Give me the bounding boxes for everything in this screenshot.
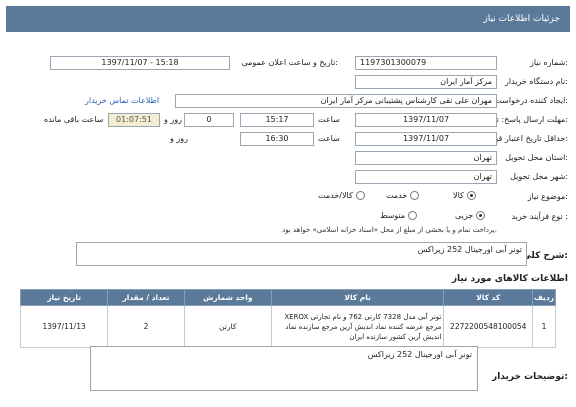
category-option-label: کالا/خدمت	[318, 191, 353, 200]
days-label: روز و	[170, 134, 188, 143]
reply-deadline-time[interactable]: 15:17	[240, 113, 314, 127]
reply-time-label: ساعت	[318, 115, 340, 124]
header-goods-code: کد کالا	[443, 289, 534, 306]
validity-time-label: ساعت	[318, 134, 340, 143]
cell-goods-name: تونر آبی مدل 7328 کارتی 762 و نام تجارتی…	[270, 305, 445, 348]
buyer-contact-link[interactable]: اطلاعات تماس خریدار	[85, 96, 159, 105]
need-number-label: شماره نیاز:	[529, 58, 568, 67]
need-summary-field[interactable]: تونر آبی اورجینال 252 زیراکس	[76, 242, 527, 266]
header-goods-name: نام کالا	[270, 289, 445, 306]
requester-field[interactable]: مهران علی نقی کارشناس پشتیبانی مرکز آمار…	[175, 94, 497, 108]
remaining-time-label: ساعت باقی مانده	[44, 115, 104, 124]
buyer-org-label: نام دستگاه خریدار:	[504, 77, 568, 86]
category-option-service[interactable]: خدمت	[386, 191, 420, 200]
process-option-label: متوسط	[380, 211, 406, 220]
need-number-field[interactable]: 1197301300079	[355, 56, 497, 70]
radio-selected-icon[interactable]	[466, 191, 476, 200]
header-quantity: تعداد / مقدار	[107, 289, 185, 306]
purchase-process-label: نوع فرآیند خرید :	[511, 212, 568, 221]
buyer-notes-field[interactable]: تونر آبی اورجینال 252 زیراکس	[90, 346, 478, 391]
goods-table: تاریخ نیاز تعداد / مقدار واحد شمارش نام …	[19, 289, 556, 348]
buyer-notes-label: توضیحات خریدار:	[492, 372, 568, 382]
buyer-org-field[interactable]: مرکز آمار ایران	[355, 75, 497, 89]
header-need-date: تاریخ نیاز	[19, 289, 109, 306]
radio-empty-icon[interactable]	[355, 191, 365, 200]
requester-label: ایجاد کننده درخواست:	[494, 96, 568, 105]
cell-row-number: 1	[532, 305, 556, 348]
category-label: موضوع نیاز:	[527, 192, 568, 201]
header-unit: واحد شمارش	[183, 289, 272, 306]
cell-goods-code: 2272200548100054	[443, 305, 534, 348]
remaining-time-field: 01:07:51	[108, 113, 160, 127]
days-and-label: روز و	[164, 115, 182, 124]
radio-empty-icon[interactable]	[410, 191, 420, 200]
delivery-city-label: شهر محل تحویل:	[510, 172, 568, 181]
category-option-goods[interactable]: کالا	[453, 191, 476, 200]
purchase-note: پرداخت تمام و یا بخشی از مبلغ از محل «اس…	[282, 226, 497, 234]
process-option-label: جزیی	[455, 211, 474, 220]
category-option-both[interactable]: کالا/خدمت	[318, 191, 365, 200]
days-field: 0	[184, 113, 234, 127]
delivery-city-field[interactable]: تهران	[355, 170, 497, 184]
cell-need-date: 1397/11/13	[19, 305, 109, 348]
delivery-province-label: استان محل تحویل:	[505, 153, 568, 162]
radio-empty-icon[interactable]	[408, 211, 418, 220]
page-header: جزئیات اطلاعات نیاز	[0, 0, 576, 40]
radio-selected-icon[interactable]	[476, 211, 486, 220]
table-row: 1397/11/13 2 کارتن تونر آبی مدل 7328 کار…	[19, 305, 556, 348]
reply-deadline-date[interactable]: 1397/11/07	[355, 113, 497, 127]
announce-date-field[interactable]: 1397/11/07 - 15:18	[50, 56, 230, 70]
announce-date-label: تاریخ و ساعت اعلان عمومی:	[241, 58, 338, 67]
cell-unit: کارتن	[183, 305, 272, 348]
category-option-label: کالا	[453, 191, 464, 200]
category-option-label: خدمت	[386, 191, 408, 200]
delivery-province-field[interactable]: تهران	[355, 151, 497, 165]
header-row: ردیف	[532, 289, 556, 306]
cell-quantity: 2	[107, 305, 185, 348]
process-option-minor[interactable]: جزیی	[455, 211, 486, 220]
page-title: جزئیات اطلاعات نیاز	[6, 6, 570, 32]
validity-time[interactable]: 16:30	[240, 132, 314, 146]
process-option-medium[interactable]: متوسط	[380, 211, 418, 220]
validity-date[interactable]: 1397/11/07	[355, 132, 497, 146]
goods-section-title: اطلاعات کالاهای مورد نیاز	[451, 274, 568, 284]
